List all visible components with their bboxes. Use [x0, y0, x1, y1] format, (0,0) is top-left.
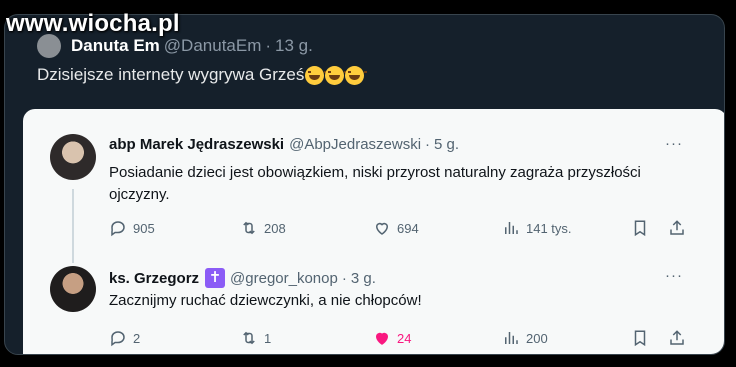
views-chart-icon	[505, 332, 518, 344]
cross-badge-icon: ✝	[205, 268, 226, 288]
views-button[interactable]: 200	[502, 329, 548, 347]
avatar[interactable]	[50, 266, 96, 312]
like-count: 24	[397, 330, 412, 346]
tweet-actions: 2 1 24 200	[109, 329, 689, 349]
embedded-thread-screenshot[interactable]: abp Marek Jędraszewski @AbpJedraszewski …	[23, 109, 724, 354]
retweet-icon	[243, 221, 255, 235]
reply-icon	[111, 221, 125, 237]
reply-button[interactable]: 905	[109, 219, 155, 237]
outer-tweet-text: Dzisiejsze internety wygrywa Grześ	[37, 65, 305, 84]
author-name[interactable]: abp Marek Jędraszewski	[109, 136, 284, 153]
retweet-icon	[243, 331, 255, 345]
share-icon	[670, 330, 684, 345]
retweet-count: 1	[264, 330, 272, 346]
like-button[interactable]: 694	[373, 219, 419, 237]
more-options-icon[interactable]: ···	[665, 267, 683, 284]
timestamp[interactable]: 3 g.	[351, 270, 376, 287]
author-handle[interactable]: @DanutaEm	[164, 36, 262, 56]
bookmark-button[interactable]	[631, 329, 649, 347]
like-button[interactable]: 24	[373, 329, 411, 347]
reply-icon	[111, 331, 125, 347]
outer-tweet-text-row: Dzisiejsze internety wygrywa Grześ	[37, 65, 368, 85]
rofl-emoji-icon	[305, 65, 328, 85]
avatar[interactable]	[50, 134, 96, 180]
views-chart-icon	[505, 222, 518, 234]
tweet-text: Zacznijmy ruchać dziewczynki, a nie chło…	[109, 292, 422, 309]
retweet-button[interactable]: 208	[240, 219, 286, 237]
author-name[interactable]: Danuta Em	[71, 36, 160, 56]
heart-icon	[375, 222, 389, 235]
separator-dot: ·	[265, 36, 272, 55]
joy-emoji-icon	[325, 65, 348, 85]
view-count: 141 tys.	[526, 220, 572, 236]
retweet-count: 208	[264, 220, 286, 236]
share-button[interactable]	[668, 219, 686, 237]
tweet-actions: 905 208 694 141 tys.	[109, 219, 689, 239]
reply-button[interactable]: 2	[109, 329, 140, 347]
author-name[interactable]: ks. Grzegorz	[109, 270, 199, 287]
separator-dot: ·	[341, 269, 347, 287]
tweet-text: Posiadanie dzieci jest obowiązkiem, nisk…	[109, 164, 641, 203]
retweet-button[interactable]: 1	[240, 329, 271, 347]
bookmark-button[interactable]	[631, 219, 649, 237]
quote-tweet-container: Danuta Em @DanutaEm · 13 g. Dzisiejsze i…	[4, 14, 725, 355]
views-button[interactable]: 141 tys.	[502, 219, 572, 237]
author-handle[interactable]: @AbpJedraszewski	[289, 136, 421, 153]
tweet-header: abp Marek Jędraszewski @AbpJedraszewski …	[109, 136, 459, 153]
more-options-icon[interactable]: ···	[665, 135, 683, 152]
share-icon	[670, 220, 684, 235]
share-button[interactable]	[668, 329, 686, 347]
timestamp[interactable]: 5 g.	[434, 136, 459, 153]
view-count: 200	[526, 330, 548, 346]
timestamp[interactable]: 13 g.	[275, 36, 313, 56]
rofl-emoji-icon	[345, 65, 368, 85]
bookmark-icon	[634, 330, 646, 347]
author-handle[interactable]: @gregor_konop	[230, 270, 338, 287]
separator-dot: ·	[425, 136, 431, 153]
bookmark-icon	[634, 220, 646, 237]
thread-connector-line	[72, 189, 74, 263]
site-watermark: www.wiocha.pl	[6, 10, 180, 37]
heart-filled-icon	[375, 332, 389, 345]
like-count: 694	[397, 220, 419, 236]
reply-count: 905	[133, 220, 155, 236]
tweet-header: ks. Grzegorz ✝ @gregor_konop · 3 g.	[109, 268, 376, 288]
reply-count: 2	[133, 330, 141, 346]
